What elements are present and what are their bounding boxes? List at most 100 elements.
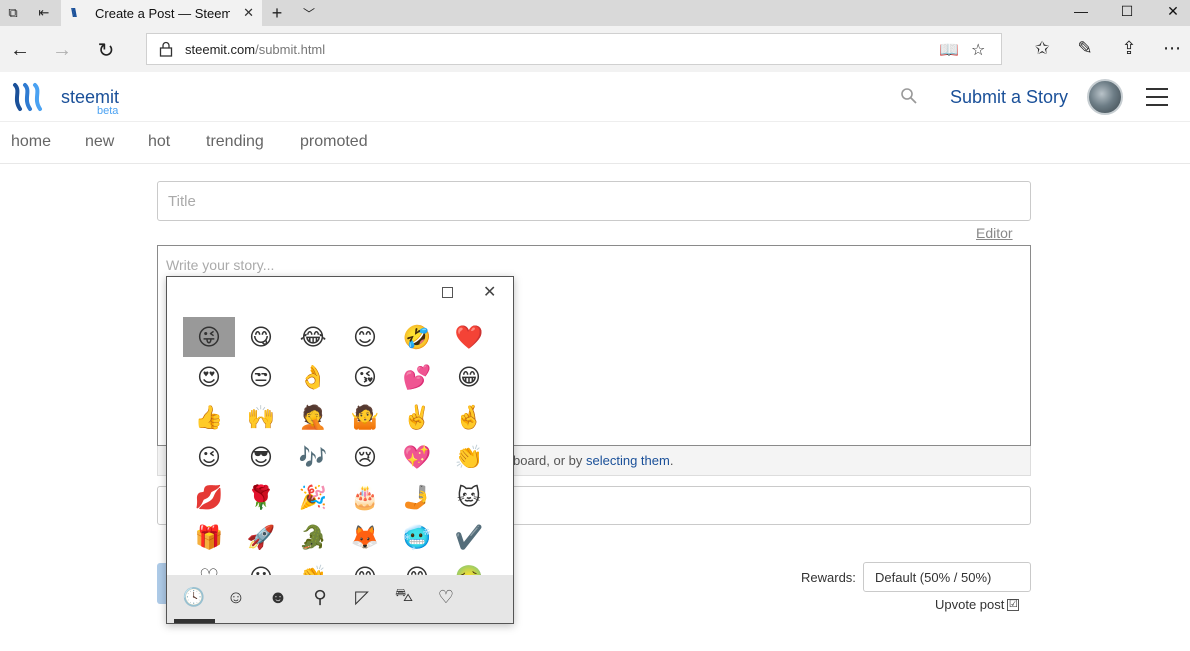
emoji-cell[interactable]: 🥶 (391, 517, 443, 557)
emoji-cell[interactable]: ♡ (183, 557, 235, 576)
person-icon[interactable]: ☻ (266, 585, 290, 609)
emoji-cell[interactable]: ❤️ (443, 317, 495, 357)
emoji-category-tabs: 🕓 ☺ ☻ ⚲ ◸ ⛍ ♡ (167, 575, 513, 623)
set-aside-tabs-icon[interactable]: ⇤ (35, 4, 53, 22)
emoji-cell[interactable]: 🎂 (339, 477, 391, 517)
steemit-logo-icon[interactable] (12, 81, 46, 113)
emoji-cell[interactable]: 😒 (235, 357, 287, 397)
upvote-checkbox[interactable]: ☑ (1007, 598, 1020, 611)
window-close-icon[interactable]: ✕ (1163, 3, 1183, 20)
emoji-cell[interactable]: 🤣 (391, 317, 443, 357)
search-icon[interactable] (900, 87, 918, 105)
editor-toggle-link[interactable]: Editor (976, 225, 1013, 241)
subnav-trending[interactable]: trending (206, 133, 264, 151)
pizza-icon[interactable]: ◸ (350, 585, 374, 609)
emoji-cell[interactable]: 🎉 (287, 477, 339, 517)
subnav-new[interactable]: new (85, 133, 114, 151)
upvote-label: Upvote post (935, 597, 1005, 612)
tab-close-icon[interactable]: ✕ (243, 5, 254, 21)
selecting-them-link[interactable]: selecting them (586, 453, 670, 468)
emoji-cell[interactable]: 🙌 (235, 397, 287, 437)
car-icon[interactable]: ⛍ (392, 585, 416, 609)
emoji-cell[interactable]: 🎁 (183, 517, 235, 557)
emoji-cell[interactable]: 😍 (183, 357, 235, 397)
rewards-label: Rewards: (801, 570, 856, 585)
emoji-grid: 😜😋😂😊🤣❤️😍😒👌😘💕😁👍🙌🤦🤷✌️🤞😉😎🎶😢💖👏💋🌹🎉🎂🤳🐱🎁🚀🐊🦊🥶✔️♡… (183, 317, 495, 575)
emoji-cell[interactable]: 🤢 (443, 557, 495, 576)
emoji-cell[interactable]: 😎 (235, 437, 287, 477)
emoji-cell[interactable]: 🎶 (287, 437, 339, 477)
maximize-icon[interactable]: ☐ (1117, 3, 1137, 20)
back-icon[interactable]: ← (8, 38, 32, 62)
emoji-cell[interactable]: 💋 (183, 477, 235, 517)
tab-actions-icon[interactable]: ⧉ (4, 4, 22, 22)
avatar[interactable] (1087, 79, 1123, 115)
emoji-cell[interactable]: 😊 (339, 557, 391, 576)
emoji-cell[interactable]: 😘 (339, 357, 391, 397)
emoji-cell[interactable]: 🐱 (443, 477, 495, 517)
browser-nav-bar: ← → ↻ steemit.com/submit.html 📖 ☆ ✩ ✎ ⇪ … (0, 26, 1190, 72)
subnav-promoted[interactable]: promoted (300, 133, 368, 151)
balloon-icon[interactable]: ⚲ (308, 585, 332, 609)
address-bar[interactable]: steemit.com/submit.html 📖 ☆ (146, 33, 1002, 65)
emoji-cell[interactable]: 👌 (287, 357, 339, 397)
sub-navigation: home new hot trending promoted (0, 122, 1190, 164)
emoji-cell[interactable]: 😢 (339, 437, 391, 477)
emoji-cell[interactable]: 💖 (391, 437, 443, 477)
refresh-icon[interactable]: ↻ (94, 38, 118, 62)
tab-list-chevron-icon[interactable]: ﹀ (300, 4, 318, 22)
emoji-cell[interactable]: 👏 (287, 557, 339, 576)
title-input[interactable]: Title (157, 181, 1031, 221)
steemit-favicon-icon: \\\ (71, 6, 77, 20)
subnav-home[interactable]: home (11, 133, 51, 151)
emoji-cell[interactable]: 😊 (391, 557, 443, 576)
heart-icon[interactable]: ♡ (434, 585, 458, 609)
more-icon[interactable]: ⋯ (1160, 38, 1184, 59)
emoji-panel-close-icon[interactable]: ✕ (483, 282, 496, 302)
new-tab-icon[interactable]: + (268, 3, 286, 23)
active-tab-indicator (174, 619, 215, 623)
emoji-cell[interactable]: 🤷 (339, 397, 391, 437)
submit-story-link[interactable]: Submit a Story (950, 87, 1068, 108)
url-text: steemit.com/submit.html (185, 42, 326, 57)
emoji-panel-restore-icon[interactable] (442, 287, 453, 298)
web-note-icon[interactable]: ✎ (1073, 38, 1097, 59)
reading-view-icon[interactable]: 📖 (939, 40, 959, 60)
favorite-star-icon[interactable]: ☆ (971, 40, 985, 60)
emoji-cell[interactable]: 💕 (391, 357, 443, 397)
emoji-cell[interactable]: 🌹 (235, 477, 287, 517)
recent-icon[interactable]: 🕓 (182, 585, 206, 609)
lock-icon (159, 41, 173, 57)
story-placeholder: Write your story... (166, 257, 275, 273)
emoji-cell[interactable]: 😂 (287, 317, 339, 357)
forward-icon[interactable]: → (50, 38, 74, 62)
minimize-icon[interactable]: — (1071, 3, 1091, 19)
emoji-cell[interactable]: 🚀 (235, 517, 287, 557)
favorites-hub-icon[interactable]: ✩ (1030, 38, 1054, 59)
emoji-cell[interactable]: 😁 (443, 357, 495, 397)
emoji-cell[interactable]: ✔️ (443, 517, 495, 557)
emoji-cell[interactable]: 👍 (183, 397, 235, 437)
emoji-cell[interactable]: 😀 (235, 557, 287, 576)
emoji-cell[interactable]: 🐊 (287, 517, 339, 557)
hamburger-menu-icon[interactable] (1146, 88, 1168, 106)
emoji-cell[interactable]: 🦊 (339, 517, 391, 557)
emoji-cell[interactable]: 👏 (443, 437, 495, 477)
title-placeholder: Title (168, 192, 196, 210)
emoji-picker-panel: ✕ 😜 😋 😂 😊 🤣 ❤️ 😍 😒 👌 😘 💕 😁 👍 🙌 🤦 🤷 ✌️ 🤞 😉 😎 🎶 😢 💖 👏 💋 🌹 🎉 🎂 🤳 🐱 🎁 🚀 🐊 🦊 🥶 ✔… (166, 276, 514, 624)
emoji-cell[interactable]: 😋 (235, 317, 287, 357)
emoji-cell[interactable]: 😊 (339, 317, 391, 357)
emoji-cell[interactable]: 🤳 (391, 477, 443, 517)
rewards-select[interactable]: Default (50% / 50%) (863, 562, 1031, 592)
share-icon[interactable]: ⇪ (1117, 38, 1141, 59)
emoji-cell[interactable]: 🤞 (443, 397, 495, 437)
emoji-cell[interactable]: ✌️ (391, 397, 443, 437)
emoji-cell[interactable]: 🤦 (287, 397, 339, 437)
subnav-hot[interactable]: hot (148, 133, 170, 151)
drop-text: board, or by selecting them. (513, 453, 674, 468)
emoji-cell[interactable]: 😉 (183, 437, 235, 477)
upvote-post-option[interactable]: Upvote post ☑ (935, 597, 1020, 612)
smiley-icon[interactable]: ☺ (224, 585, 248, 609)
browser-tab-active[interactable]: \\\ Create a Post — Steemi ✕ (61, 0, 262, 26)
emoji-cell[interactable]: 😜 (183, 317, 235, 357)
